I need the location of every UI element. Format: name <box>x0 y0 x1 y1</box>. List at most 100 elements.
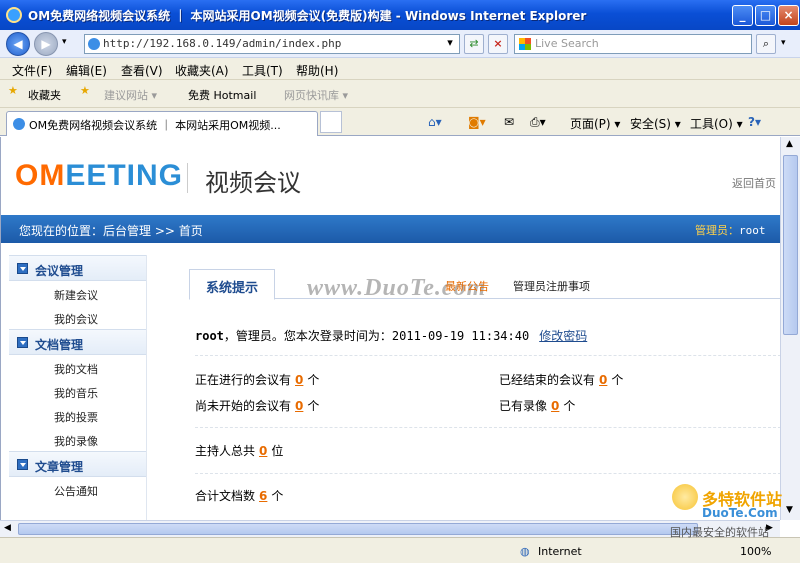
stat-unit: 个 <box>307 373 320 387</box>
live-search-logo-icon <box>519 38 531 50</box>
maximize-button[interactable]: □ <box>755 5 776 26</box>
stat-label: 尚未开始的会议有 <box>195 399 292 413</box>
sidebar-item-announcements[interactable]: 公告通知 <box>9 477 146 501</box>
search-input[interactable]: Live Search <box>514 34 752 54</box>
hotmail-link[interactable]: 免费 Hotmail <box>188 87 256 103</box>
add-favorite-icon[interactable]: ★ <box>80 84 90 97</box>
collapse-icon <box>17 459 28 470</box>
sidebar-item-my-meetings[interactable]: 我的会议 <box>9 305 146 329</box>
logo-divider <box>187 163 188 193</box>
horizontal-scroll-thumb[interactable] <box>18 523 698 535</box>
close-button[interactable]: × <box>778 5 799 26</box>
scroll-left-icon[interactable]: ◀ <box>4 523 11 533</box>
stat-unit: 位 <box>271 444 284 458</box>
tab-latest-announcements[interactable]: 最新公告 <box>445 278 489 294</box>
stat-value[interactable]: 0 <box>551 399 559 413</box>
search-options-icon[interactable]: ▾ <box>781 38 786 48</box>
stat-value[interactable]: 0 <box>599 373 607 387</box>
mail-icon[interactable]: ✉ <box>504 115 514 129</box>
browser-tab[interactable]: OM免费网络视频会议系统 ｜ 本网站采用OM视频... <box>6 111 318 136</box>
safety-menu[interactable]: 安全(S) ▾ <box>630 115 681 132</box>
menu-favorites[interactable]: 收藏夹(A) <box>175 62 229 79</box>
back-home-link[interactable]: 返回首页 <box>732 175 776 191</box>
sidebar-item-new-meeting[interactable]: 新建会议 <box>9 281 146 305</box>
site-logo[interactable]: OMEETING <box>15 159 183 193</box>
horizontal-scrollbar[interactable]: ◀ ▶ <box>0 520 780 537</box>
stat-value[interactable]: 0 <box>295 399 303 413</box>
favorites-button[interactable]: 收藏夹 <box>28 87 61 103</box>
stat-value[interactable]: 0 <box>295 373 303 387</box>
stop-icon[interactable]: × <box>488 34 508 54</box>
search-icon[interactable]: ⌕ <box>756 34 776 54</box>
sidebar-section-meeting[interactable]: 会议管理 <box>9 255 146 281</box>
menu-tools[interactable]: 工具(T) <box>242 62 283 79</box>
section-title: 文档管理 <box>35 338 84 352</box>
stat-unit: 个 <box>563 399 576 413</box>
admin-info: 管理员：root <box>695 222 766 238</box>
stat-label: 已有录像 <box>499 399 548 413</box>
favorites-star-icon: ★ <box>8 84 18 97</box>
stat-value[interactable]: 6 <box>259 489 267 503</box>
help-icon[interactable]: ?▾ <box>748 115 761 129</box>
stat-unit: 个 <box>611 373 624 387</box>
scroll-up-icon[interactable]: ▲ <box>786 139 793 149</box>
address-toolbar: ◀ ▶ ▾ http://192.168.0.149/admin/index.p… <box>0 30 800 58</box>
page-menu[interactable]: 页面(P) ▾ <box>570 115 620 132</box>
address-dropdown-icon[interactable]: ▾ <box>442 34 458 54</box>
stat-unit: 个 <box>271 489 284 503</box>
divider <box>195 355 780 356</box>
logo-subtitle: 视频会议 <box>205 169 301 197</box>
collapse-icon <box>17 263 28 274</box>
home-icon[interactable]: ⌂▾ <box>428 115 442 129</box>
menu-edit[interactable]: 编辑(E) <box>66 62 107 79</box>
stat-label: 已经结束的会议有 <box>499 373 596 387</box>
admin-name: root <box>739 224 766 237</box>
sidebar-item-my-recordings[interactable]: 我的录像 <box>9 427 146 451</box>
admin-label: 管理员： <box>695 224 739 237</box>
zoom-level[interactable]: 100% <box>740 545 771 558</box>
tab-system-tips[interactable]: 系统提示 <box>189 269 275 300</box>
change-password-link[interactable]: 修改密码 <box>539 329 587 343</box>
vertical-scrollbar[interactable]: ▲ ▼ <box>780 137 800 520</box>
stat-ongoing: 正在进行的会议有 0 个 <box>195 371 319 388</box>
refresh-icon[interactable]: ⇄ <box>464 34 484 54</box>
sidebar-section-documents[interactable]: 文档管理 <box>9 329 146 355</box>
vertical-scroll-thumb[interactable] <box>783 155 798 335</box>
stat-label: 正在进行的会议有 <box>195 373 292 387</box>
back-button[interactable]: ◀ <box>6 32 30 56</box>
window-title: OM免费网络视频会议系统 ｜ 本网站采用OM视频会议(免费版)构建 - Wind… <box>28 9 587 23</box>
minimize-button[interactable]: _ <box>732 5 753 26</box>
sidebar-item-my-music[interactable]: 我的音乐 <box>9 379 146 403</box>
login-time: 2011-09-19 11:34:40 <box>391 329 530 343</box>
forward-button[interactable]: ▶ <box>34 32 58 56</box>
new-tab-button[interactable] <box>320 111 342 133</box>
menu-view[interactable]: 查看(V) <box>121 62 163 79</box>
tab-admin-registration[interactable]: 管理员注册事项 <box>513 278 590 294</box>
sidebar-section-articles[interactable]: 文章管理 <box>9 451 146 477</box>
menu-file[interactable]: 文件(F) <box>12 62 52 79</box>
tools-menu[interactable]: 工具(O) ▾ <box>690 115 743 132</box>
welcome-text: ，管理员。您本次登录时间为： <box>223 329 392 343</box>
collapse-icon <box>17 337 28 348</box>
content-tabs: 系统提示 www.DuoTe.com 最新公告 管理员注册事项 <box>189 269 780 301</box>
divider <box>195 473 780 474</box>
globe-icon: ◍ <box>520 545 530 558</box>
stat-label: 合计文档数 <box>195 489 256 503</box>
history-dropdown-icon[interactable]: ▾ <box>62 37 67 47</box>
page-icon <box>88 38 100 50</box>
menu-help[interactable]: 帮助(H) <box>296 62 338 79</box>
stat-not-started: 尚未开始的会议有 0 个 <box>195 397 319 414</box>
address-input[interactable]: http://192.168.0.149/admin/index.php <box>84 34 460 54</box>
watermark-line2: DuoTe.Com <box>702 506 778 520</box>
stat-value[interactable]: 0 <box>259 444 267 458</box>
web-slice-gallery-link[interactable]: 网页快讯库 ▾ <box>284 87 348 103</box>
suggested-sites-link[interactable]: 建议网站 ▾ <box>104 87 157 103</box>
watermark-line3: 国内最安全的软件站 <box>670 526 769 539</box>
sidebar-item-my-documents[interactable]: 我的文档 <box>9 355 146 379</box>
sidebar-item-my-votes[interactable]: 我的投票 <box>9 403 146 427</box>
stat-unit: 个 <box>307 399 320 413</box>
feeds-icon[interactable]: ◙▾ <box>468 115 486 129</box>
ie-icon <box>6 7 22 23</box>
welcome-message: root，管理员。您本次登录时间为：2011-09-19 11:34:40 修改密… <box>195 327 587 344</box>
print-icon[interactable]: ⎙▾ <box>530 115 546 130</box>
